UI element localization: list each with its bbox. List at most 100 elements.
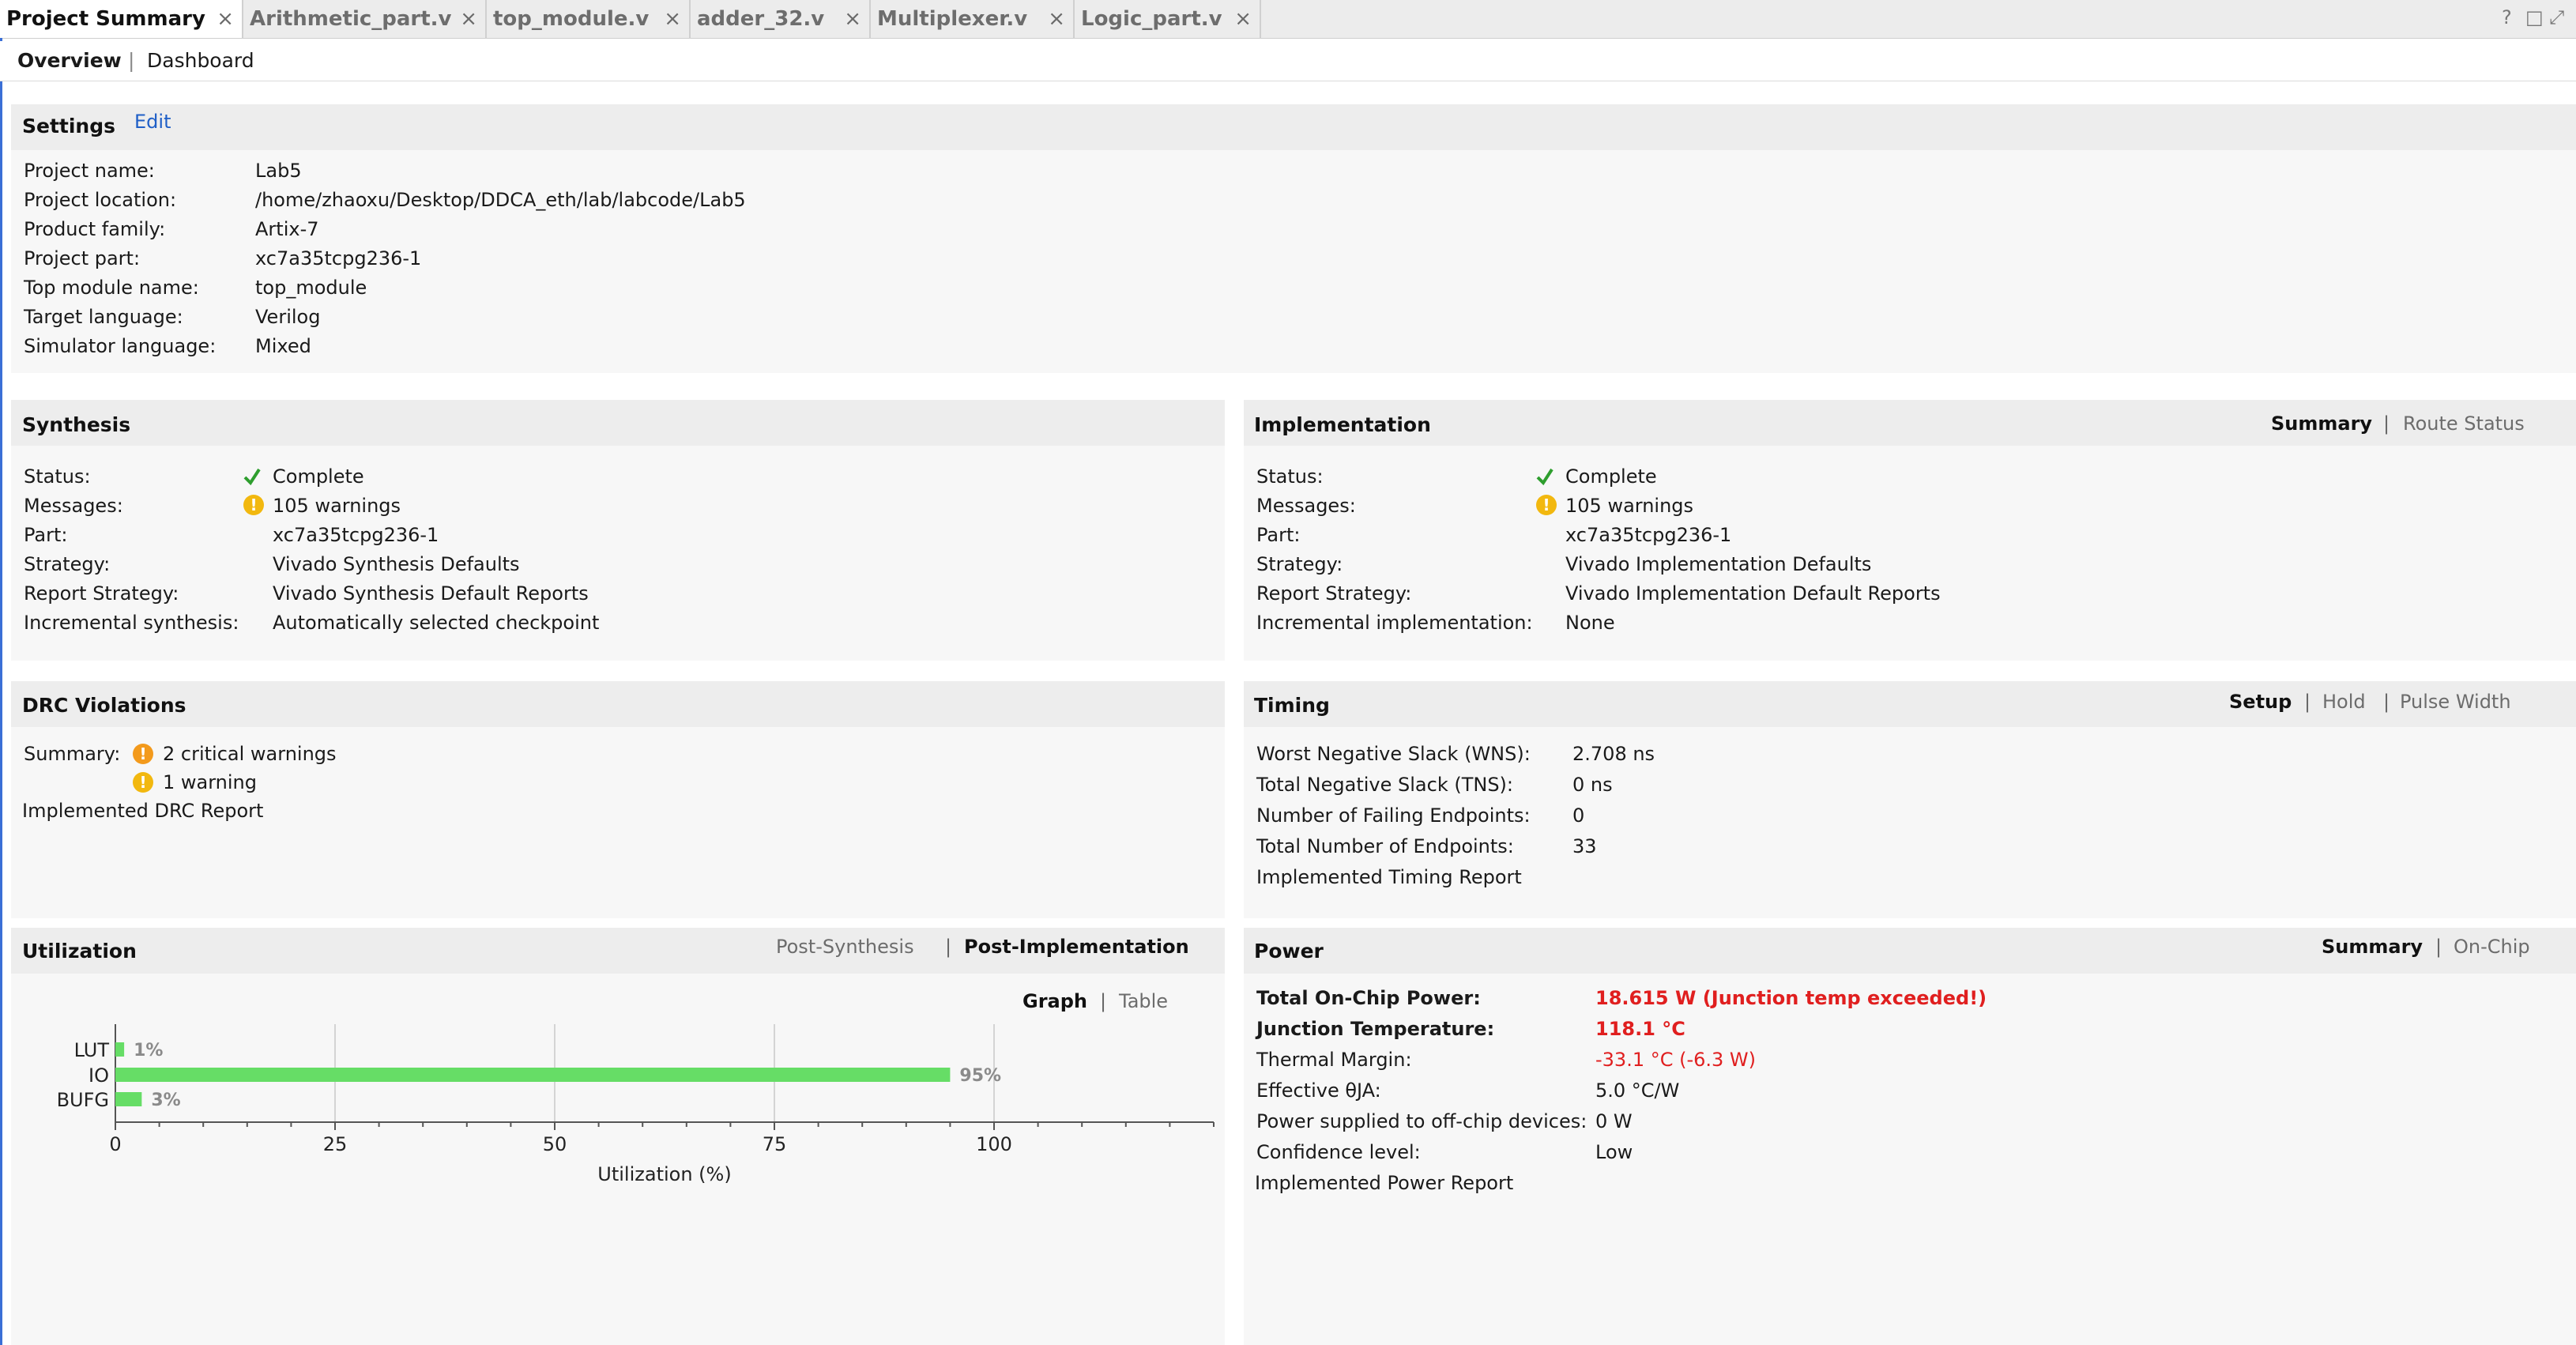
close-icon[interactable]: ×	[1048, 7, 1065, 31]
tab-separator: |	[945, 936, 952, 958]
tab-table[interactable]: Table	[1119, 990, 1168, 1012]
drc-report-link[interactable]: Implemented DRC Report	[22, 800, 263, 822]
maximize-icon[interactable]: ⤢	[2549, 6, 2564, 28]
setting-label: Top module name:	[24, 277, 199, 299]
close-icon[interactable]: ×	[217, 7, 234, 31]
implementation-messages-link[interactable]: 105 warnings	[1565, 495, 1693, 517]
tab-overview[interactable]: Overview	[17, 49, 122, 72]
power-report-link[interactable]: Implemented Power Report	[1255, 1172, 1513, 1194]
tab-route-status[interactable]: Route Status	[2403, 413, 2525, 435]
close-icon[interactable]: ×	[1234, 7, 1252, 31]
restore-icon[interactable]: □	[2525, 6, 2544, 28]
tab-impl-summary[interactable]: Summary	[2271, 413, 2372, 435]
tab-graph[interactable]: Graph	[1022, 990, 1087, 1012]
synthesis-messages-link[interactable]: 105 warnings	[273, 495, 401, 517]
thermal-margin-value: -33.1 °C (-6.3 W)	[1595, 1049, 1757, 1071]
warning-icon: !	[133, 772, 153, 793]
implementation-label: Report Strategy:	[1256, 582, 1412, 605]
timing-title: Timing	[1254, 694, 1330, 717]
implementation-header	[1244, 400, 2576, 446]
tab-multiplexer[interactable]: Multiplexer.v ×	[871, 0, 1075, 38]
tab-label: Arithmetic_part.v	[250, 7, 452, 31]
junction-temp-value: 118.1 °C	[1595, 1018, 1685, 1040]
effective-theta-ja-value: 5.0 °C/W	[1595, 1079, 1680, 1102]
confidence-level-link[interactable]: Low	[1595, 1141, 1633, 1163]
summary-subnav: Overview | Dashboard	[0, 41, 2576, 81]
implementation-strategy-link[interactable]: Vivado Implementation Defaults	[1565, 553, 1871, 575]
settings-edit-link[interactable]: Edit	[134, 111, 171, 133]
implementation-label: Incremental implementation:	[1256, 612, 1533, 634]
synthesis-report-strategy-link[interactable]: Vivado Synthesis Default Reports	[273, 582, 589, 605]
incremental-synthesis-link[interactable]: Automatically selected checkpoint	[273, 612, 599, 634]
simulator-language-link[interactable]: Mixed	[255, 335, 311, 357]
x-tick-label: 50	[543, 1133, 567, 1155]
left-edge-strip	[0, 38, 2, 1345]
power-label: Confidence level:	[1256, 1141, 1421, 1163]
check-icon	[1536, 468, 1554, 486]
tab-logic-part[interactable]: Logic_part.v ×	[1075, 0, 1261, 38]
drc-critical-warnings: 2 critical warnings	[163, 743, 337, 765]
tab-setup[interactable]: Setup	[2229, 691, 2292, 713]
tab-pulse-width[interactable]: Pulse Width	[2400, 691, 2511, 713]
implementation-status-value: Complete	[1565, 465, 1657, 488]
tab-post-synthesis[interactable]: Post-Synthesis	[776, 936, 914, 958]
implementation-report-strategy-link[interactable]: Vivado Implementation Default Reports	[1565, 582, 1941, 605]
setting-label: Simulator language:	[24, 335, 217, 357]
settings-header	[11, 104, 2576, 150]
tab-top-module[interactable]: top_module.v ×	[487, 0, 691, 38]
tab-arithmetic-part[interactable]: Arithmetic_part.v ×	[243, 0, 487, 38]
target-language-link[interactable]: Verilog	[255, 306, 320, 328]
synthesis-header	[11, 400, 1225, 446]
close-icon[interactable]: ×	[460, 7, 477, 31]
power-label: Junction Temperature:	[1256, 1018, 1495, 1040]
drc-warning: 1 warning	[163, 771, 258, 793]
utilization-chart: 0 25 50 75 100 LUT 1% IO 95% BUFG 3% Utilization (%…	[57, 1024, 1215, 1185]
tab-dashboard[interactable]: Dashboard	[147, 49, 254, 72]
settings-title: Settings	[22, 115, 116, 138]
project-part-link[interactable]: xc7a35tcpg236-1	[255, 247, 421, 269]
check-icon	[243, 468, 261, 486]
x-tick-label: 0	[109, 1133, 121, 1155]
warning-icon: !	[1536, 495, 1557, 515]
setting-label: Project name:	[24, 160, 155, 182]
implementation-title: Implementation	[1254, 413, 1431, 436]
tab-post-implementation[interactable]: Post-Implementation	[964, 936, 1189, 958]
implementation-label: Messages:	[1256, 495, 1356, 517]
power-label: Total On-Chip Power:	[1256, 987, 1481, 1009]
synthesis-label: Part:	[24, 524, 68, 546]
tab-power-summary[interactable]: Summary	[2322, 936, 2423, 958]
product-family-value: Artix-7	[255, 218, 319, 240]
implementation-label: Strategy:	[1256, 553, 1343, 575]
total-power-value: 18.615 W (Junction temp exceeded!)	[1595, 987, 1987, 1009]
incremental-implementation-link[interactable]: None	[1565, 612, 1615, 634]
power-label: Effective θJA:	[1256, 1079, 1381, 1102]
tab-adder-32[interactable]: adder_32.v ×	[691, 0, 871, 38]
x-tick-label: 25	[323, 1133, 348, 1155]
x-tick-label: 100	[976, 1133, 1012, 1155]
bar-lut	[115, 1042, 125, 1057]
subnav-separator: |	[128, 49, 135, 72]
timing-label: Total Number of Endpoints:	[1256, 835, 1514, 857]
tab-on-chip[interactable]: On-Chip	[2454, 936, 2530, 958]
top-module-link[interactable]: top_module	[255, 277, 367, 299]
tab-label: Multiplexer.v	[877, 7, 1028, 31]
tab-separator: |	[2383, 691, 2390, 713]
bar-value-label: 95%	[959, 1066, 1001, 1086]
power-title: Power	[1254, 940, 1324, 963]
help-icon[interactable]: ?	[2502, 6, 2512, 28]
close-icon[interactable]: ×	[664, 7, 681, 31]
drc-header	[11, 681, 1225, 727]
tab-hold[interactable]: Hold	[2322, 691, 2366, 713]
synthesis-strategy-link[interactable]: Vivado Synthesis Defaults	[273, 553, 520, 575]
implementation-label: Part:	[1256, 524, 1301, 546]
setting-label: Product family:	[24, 218, 166, 240]
tab-project-summary[interactable]: Project Summary ×	[0, 0, 243, 38]
wns-value: 2.708 ns	[1572, 743, 1655, 765]
close-icon[interactable]: ×	[844, 7, 861, 31]
synthesis-title: Synthesis	[22, 413, 131, 436]
tab-label: Logic_part.v	[1081, 7, 1222, 31]
timing-label: Worst Negative Slack (WNS):	[1256, 743, 1531, 765]
synthesis-status-value: Complete	[273, 465, 364, 488]
timing-report-link[interactable]: Implemented Timing Report	[1256, 866, 1522, 888]
power-label: Thermal Margin:	[1256, 1049, 1412, 1071]
